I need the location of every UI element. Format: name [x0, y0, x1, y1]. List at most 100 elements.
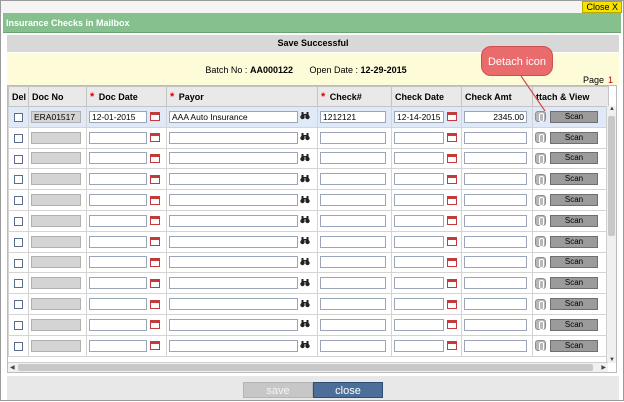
check-date-field[interactable]	[394, 318, 444, 331]
check-no-field[interactable]	[320, 277, 386, 290]
calendar-icon[interactable]	[150, 278, 160, 288]
delete-checkbox[interactable]	[14, 216, 23, 226]
scan-button[interactable]: Scan	[550, 194, 598, 207]
calendar-icon[interactable]	[150, 153, 160, 163]
scan-button[interactable]: Scan	[550, 110, 598, 123]
check-date-field[interactable]	[394, 173, 444, 186]
payor-field[interactable]	[169, 152, 298, 165]
scan-button[interactable]: Scan	[550, 173, 598, 186]
delete-checkbox[interactable]	[14, 279, 23, 289]
attach-icon[interactable]	[535, 319, 546, 331]
scroll-down-icon[interactable]: ▼	[609, 357, 615, 363]
calendar-icon[interactable]	[447, 237, 457, 247]
payor-field[interactable]	[169, 298, 298, 311]
binoculars-icon[interactable]	[300, 132, 310, 143]
vertical-scroll-thumb[interactable]	[608, 116, 615, 236]
check-date-field[interactable]	[394, 152, 444, 165]
check-amt-field[interactable]	[464, 194, 527, 207]
binoculars-icon[interactable]	[300, 340, 310, 351]
calendar-icon[interactable]	[150, 216, 160, 226]
doc-date-field[interactable]	[89, 173, 147, 186]
vertical-scrollbar[interactable]: ▲ ▼	[606, 106, 616, 363]
calendar-icon[interactable]	[150, 257, 160, 267]
delete-checkbox[interactable]	[14, 258, 23, 268]
check-no-field[interactable]	[320, 298, 386, 311]
table-row[interactable]: Scan	[8, 230, 609, 253]
binoculars-icon[interactable]	[300, 299, 310, 310]
doc-date-field[interactable]	[89, 277, 147, 290]
payor-field[interactable]	[169, 277, 298, 290]
doc-date-field[interactable]	[89, 131, 147, 144]
binoculars-icon[interactable]	[300, 319, 310, 330]
check-date-field[interactable]	[394, 256, 444, 269]
payor-field[interactable]: AAA Auto Insurance	[169, 110, 298, 123]
check-no-field[interactable]	[320, 256, 386, 269]
binoculars-icon[interactable]	[300, 278, 310, 289]
doc-date-field[interactable]	[89, 318, 147, 331]
attach-icon[interactable]	[535, 194, 546, 206]
check-amt-field[interactable]	[464, 318, 527, 331]
binoculars-icon[interactable]	[300, 174, 310, 185]
table-row[interactable]: Scan	[8, 251, 609, 274]
attach-icon[interactable]	[535, 215, 546, 227]
delete-checkbox[interactable]	[14, 175, 23, 185]
scan-button[interactable]: Scan	[550, 298, 598, 311]
table-row[interactable]: Scan	[8, 209, 609, 232]
attach-icon[interactable]	[535, 256, 546, 268]
delete-checkbox[interactable]	[14, 237, 23, 247]
calendar-icon[interactable]	[447, 320, 457, 330]
check-amt-field[interactable]	[464, 339, 527, 352]
table-row[interactable]: Scan	[8, 168, 609, 191]
delete-checkbox[interactable]	[14, 341, 23, 351]
check-amt-field[interactable]	[464, 277, 527, 290]
save-button[interactable]: save	[243, 382, 313, 398]
calendar-icon[interactable]	[150, 341, 160, 351]
table-row[interactable]: Scan	[8, 272, 609, 295]
table-row[interactable]: Scan	[8, 126, 609, 149]
scan-button[interactable]: Scan	[550, 131, 598, 144]
binoculars-icon[interactable]	[300, 153, 310, 164]
calendar-icon[interactable]	[447, 112, 457, 122]
check-no-field[interactable]	[320, 131, 386, 144]
calendar-icon[interactable]	[150, 195, 160, 205]
calendar-icon[interactable]	[150, 133, 160, 143]
check-amt-field[interactable]	[464, 298, 527, 311]
calendar-icon[interactable]	[447, 153, 457, 163]
scroll-right-icon[interactable]: ▶	[601, 364, 606, 371]
delete-checkbox[interactable]	[14, 196, 23, 206]
calendar-icon[interactable]	[150, 237, 160, 247]
delete-checkbox[interactable]	[14, 112, 23, 122]
calendar-icon[interactable]	[447, 299, 457, 309]
binoculars-icon[interactable]	[300, 215, 310, 226]
table-row[interactable]: Scan	[8, 293, 609, 315]
table-row[interactable]: Scan	[8, 313, 609, 336]
scan-button[interactable]: Scan	[550, 277, 598, 290]
calendar-icon[interactable]	[150, 320, 160, 330]
attach-icon[interactable]	[535, 298, 546, 310]
check-amt-field[interactable]	[464, 131, 527, 144]
check-date-field[interactable]	[394, 235, 444, 248]
doc-date-field[interactable]: 12-01-2015	[89, 110, 147, 123]
attach-icon[interactable]	[535, 132, 546, 144]
calendar-icon[interactable]	[447, 257, 457, 267]
attach-icon[interactable]	[535, 340, 546, 352]
binoculars-icon[interactable]	[300, 257, 310, 268]
horizontal-scroll-thumb[interactable]	[18, 364, 593, 371]
doc-date-field[interactable]	[89, 235, 147, 248]
payor-field[interactable]	[169, 194, 298, 207]
check-no-field[interactable]	[320, 318, 386, 331]
scan-button[interactable]: Scan	[550, 235, 598, 248]
check-date-field[interactable]	[394, 298, 444, 311]
calendar-icon[interactable]	[447, 195, 457, 205]
scroll-left-icon[interactable]: ◀	[10, 364, 15, 371]
calendar-icon[interactable]	[447, 278, 457, 288]
calendar-icon[interactable]	[447, 341, 457, 351]
check-date-field[interactable]	[394, 277, 444, 290]
binoculars-icon[interactable]	[300, 111, 310, 122]
payor-field[interactable]	[169, 214, 298, 227]
binoculars-icon[interactable]	[300, 195, 310, 206]
binoculars-icon[interactable]	[300, 236, 310, 247]
payor-field[interactable]	[169, 256, 298, 269]
calendar-icon[interactable]	[150, 299, 160, 309]
table-row[interactable]: Scan	[8, 189, 609, 211]
